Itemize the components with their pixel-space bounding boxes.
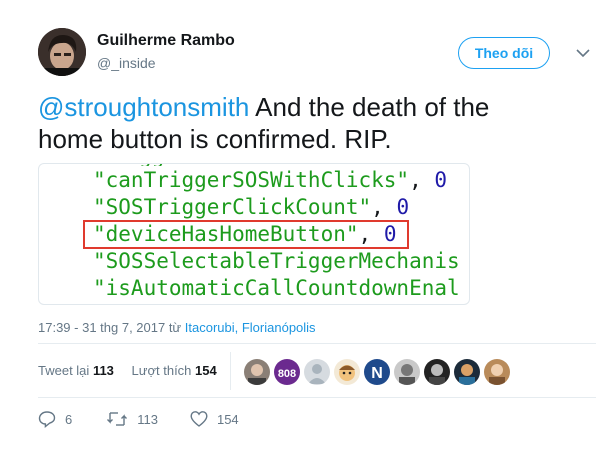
tweet-text: @stroughtonsmith And the death of the ho… (38, 91, 558, 155)
tweet-meta: 17:39 - 31 thg 7, 2017 từ Itacorubi, Flo… (38, 320, 316, 335)
author-handle[interactable]: @_inside (97, 55, 156, 71)
reply-button[interactable]: 6 (38, 410, 72, 428)
liker-avatar[interactable]: 808 (274, 359, 300, 385)
tweet-media-image[interactable]: gg "canTriggerSOSWithClicks", 0 "SOSTrig… (38, 163, 470, 305)
tweet-actions: 6 113 154 (38, 410, 239, 428)
tweet-stats: Tweet lại 113 Lượt thích 154 (38, 352, 231, 390)
code-line: "isAutomaticCallCountdownEnal (93, 276, 460, 300)
svg-text:N: N (371, 365, 383, 382)
divider (38, 343, 596, 344)
liker-avatar[interactable] (484, 359, 510, 385)
mention-link[interactable]: @stroughtonsmith (38, 92, 249, 122)
timestamp[interactable]: 17:39 - 31 thg 7, 2017 từ (38, 320, 185, 335)
avatar-image (38, 28, 86, 76)
retweet-count: 113 (137, 411, 158, 427)
liker-avatar[interactable]: N (364, 359, 390, 385)
divider (38, 397, 596, 398)
like-button[interactable]: 154 (190, 410, 239, 428)
reply-count: 6 (65, 411, 73, 427)
retweets-stat[interactable]: Tweet lại 113 (38, 363, 114, 378)
liker-avatar[interactable] (394, 359, 420, 385)
location-link[interactable]: Itacorubi, Florianópolis (185, 320, 316, 335)
liker-avatar[interactable] (334, 359, 360, 385)
reply-icon (38, 411, 56, 428)
follow-button[interactable]: Theo dõi (458, 37, 550, 69)
liker-avatars: 808 N (244, 359, 510, 385)
stats-separator (230, 352, 231, 390)
like-count: 154 (216, 411, 239, 427)
retweet-icon (107, 412, 128, 426)
author-avatar[interactable] (38, 28, 86, 76)
svg-text:808: 808 (278, 368, 296, 380)
liker-avatar[interactable] (424, 359, 450, 385)
code-line: "canTriggerSOSWithClicks", 0 (93, 168, 448, 192)
chevron-down-icon[interactable] (574, 44, 592, 62)
likes-stat[interactable]: Lượt thích 154 (132, 363, 217, 378)
cut-off-line: gg (139, 164, 329, 166)
liker-avatar[interactable] (244, 359, 270, 385)
liker-avatar[interactable] (454, 359, 480, 385)
liker-avatar[interactable] (304, 359, 330, 385)
highlight-box (83, 220, 409, 249)
author-name[interactable]: Guilherme Rambo (97, 32, 235, 50)
code-snippet: gg "canTriggerSOSWithClicks", 0 "SOSTrig… (39, 164, 469, 304)
retweet-button[interactable]: 113 (106, 410, 158, 428)
heart-icon (190, 411, 208, 427)
code-line: "SOSSelectableTriggerMechanis (93, 249, 460, 273)
code-line: "SOSTriggerClickCount", 0 (93, 195, 410, 219)
